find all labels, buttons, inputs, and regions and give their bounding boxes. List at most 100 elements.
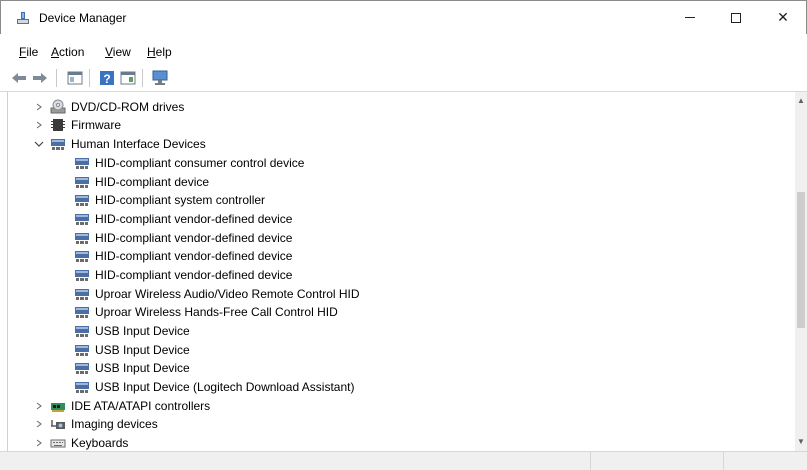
expand-chevron-icon[interactable] [34, 438, 44, 448]
tree-node-ide-ata-atapi-controllers[interactable]: IDE ATA/ATAPI controllers [34, 397, 210, 415]
tree-node-firmware[interactable]: Firmware [34, 116, 121, 134]
tree-node-device[interactable]: HID-compliant consumer control device [74, 154, 304, 172]
properties-pane-button[interactable] [119, 69, 137, 87]
tree-node-device[interactable]: Uproar Wireless Audio/Video Remote Contr… [74, 285, 360, 303]
tree-node-device[interactable]: HID-compliant vendor-defined device [74, 229, 292, 247]
expand-chevron-icon[interactable] [34, 419, 44, 429]
forward-icon [33, 73, 47, 83]
menu-view[interactable]: View [105, 45, 131, 59]
title-bar: Device Manager ✕ [0, 0, 807, 34]
tree-node-device[interactable]: HID-compliant vendor-defined device [74, 247, 292, 265]
tree-node-label: USB Input Device [95, 343, 190, 357]
expand-chevron-icon[interactable] [34, 401, 44, 411]
maximize-icon [731, 12, 741, 23]
tree-node-dvd-cdrom-drives[interactable]: DVD/CD-ROM drives [34, 98, 184, 116]
tree-node-label: HID-compliant device [95, 175, 210, 189]
hid-icon [75, 326, 89, 337]
forward-button[interactable] [31, 69, 49, 87]
tree-node-label: Keyboards [71, 436, 129, 450]
tree-node-device[interactable]: USB Input Device [74, 359, 190, 377]
tree-node-label: USB Input Device (Logitech Download Assi… [95, 380, 355, 394]
menu-help[interactable]: Help [147, 45, 172, 59]
svg-text:?: ? [103, 72, 110, 86]
toolbar-separator [56, 69, 57, 87]
tree-node-label: Uproar Wireless Audio/Video Remote Contr… [95, 287, 360, 301]
minimize-button[interactable] [667, 1, 713, 34]
toolbar: ? [0, 64, 807, 92]
window-title: Device Manager [39, 11, 127, 25]
tree-node-device[interactable]: HID-compliant system controller [74, 191, 265, 209]
tree-node-label: HID-compliant vendor-defined device [95, 249, 293, 263]
minimize-icon [685, 17, 695, 18]
toolbar-separator [89, 69, 90, 87]
dvd-drive-icon [50, 99, 66, 114]
tree-node-device[interactable]: HID-compliant device [74, 173, 209, 191]
scan-hardware-icon [152, 70, 168, 85]
tree-node-label: HID-compliant consumer control device [95, 156, 305, 170]
show-hide-console-tree-icon [67, 71, 83, 85]
tree-node-imaging-devices[interactable]: Imaging devices [34, 415, 158, 433]
back-button[interactable] [10, 69, 28, 87]
collapse-chevron-icon[interactable] [34, 139, 44, 149]
tree-node-label: Human Interface Devices [71, 137, 206, 151]
imaging-device-icon [51, 420, 65, 429]
firmware-icon [51, 119, 65, 131]
tree-node-label: HID-compliant system controller [95, 193, 266, 207]
back-icon [12, 73, 26, 83]
tree-node-label: USB Input Device [95, 324, 190, 338]
tree-node-label: HID-compliant vendor-defined device [95, 212, 293, 226]
expand-chevron-icon[interactable] [34, 120, 44, 130]
hid-icon [75, 214, 89, 225]
maximize-button[interactable] [713, 1, 759, 34]
close-icon: ✕ [777, 9, 789, 25]
hid-icon [75, 289, 89, 300]
hid-icon [75, 251, 89, 262]
hid-icon [75, 233, 89, 244]
menu-action[interactable]: Action [51, 45, 84, 59]
tree-node-device[interactable]: USB Input Device (Logitech Download Assi… [74, 378, 354, 396]
tree-node-label: Firmware [71, 118, 121, 132]
keyboard-icon [50, 439, 66, 448]
hid-icon [75, 307, 89, 318]
tree-node-label: DVD/CD-ROM drives [71, 100, 185, 114]
device-manager-icon [17, 12, 29, 24]
scroll-down-icon[interactable]: ▼ [797, 437, 805, 446]
help-button[interactable]: ? [98, 69, 116, 87]
tree-node-device[interactable]: USB Input Device [74, 322, 190, 340]
menu-file[interactable]: File [19, 45, 38, 59]
tree-node-device[interactable]: HID-compliant vendor-defined device [74, 210, 292, 228]
status-bar-panel [723, 452, 807, 470]
tree-node-label: HID-compliant vendor-defined device [95, 268, 293, 282]
scrollbar-thumb[interactable] [797, 192, 805, 328]
vertical-scrollbar[interactable]: ▲ ▼ [795, 92, 807, 451]
hid-icon [75, 158, 89, 169]
status-bar-panel [590, 452, 723, 470]
hid-icon [75, 382, 89, 393]
status-bar [0, 451, 807, 470]
tree-node-label: IDE ATA/ATAPI controllers [71, 399, 211, 413]
expand-chevron-icon[interactable] [34, 102, 44, 112]
close-button[interactable]: ✕ [759, 1, 807, 34]
hid-icon [75, 195, 89, 206]
show-hide-console-tree-button[interactable] [66, 69, 84, 87]
hid-icon [75, 363, 89, 374]
device-tree[interactable]: DVD/CD-ROM drives Firmware Human Interfa… [7, 92, 796, 451]
tree-node-device[interactable]: HID-compliant vendor-defined device [74, 266, 292, 284]
hid-icon [75, 345, 89, 356]
ide-controller-icon [51, 403, 65, 412]
tree-node-device[interactable]: Uproar Wireless Hands-Free Call Control … [74, 303, 338, 321]
toolbar-separator [142, 69, 143, 87]
properties-pane-icon [120, 71, 136, 85]
tree-node-label: Imaging devices [71, 417, 158, 431]
tree-node-human-interface-devices[interactable]: Human Interface Devices [34, 135, 206, 153]
tree-node-device[interactable]: USB Input Device [74, 341, 190, 359]
tree-node-label: USB Input Device [95, 361, 190, 375]
menu-bar: File Action View Help [0, 34, 807, 64]
help-icon: ? [100, 71, 114, 86]
tree-node-label: Uproar Wireless Hands-Free Call Control … [95, 305, 338, 319]
scroll-up-icon[interactable]: ▲ [797, 96, 805, 105]
scan-hardware-button[interactable] [151, 69, 169, 87]
tree-node-keyboards[interactable]: Keyboards [34, 434, 128, 451]
hid-icon [75, 270, 89, 281]
hid-icon [75, 177, 89, 188]
